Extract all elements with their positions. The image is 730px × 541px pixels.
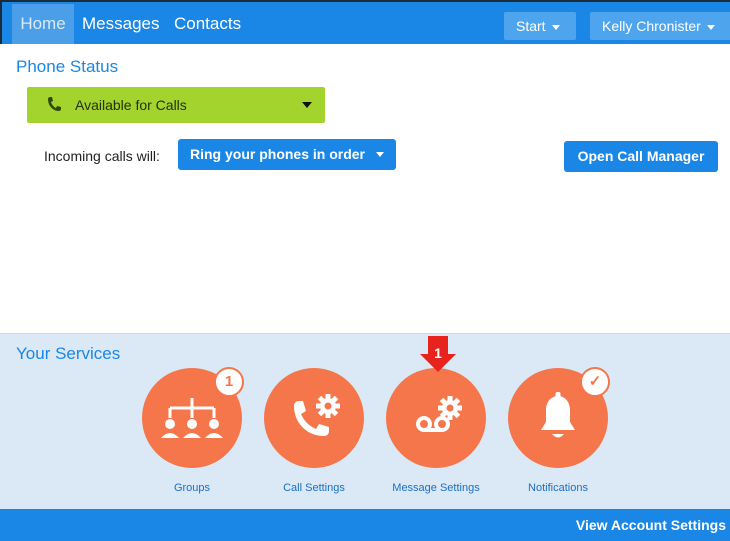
incoming-calls-dropdown[interactable]: Ring your phones in order bbox=[178, 139, 396, 170]
phone-icon bbox=[45, 87, 61, 137]
callout-number: 1 bbox=[434, 345, 442, 361]
service-label[interactable]: Groups bbox=[122, 482, 262, 494]
chevron-down-icon bbox=[376, 152, 384, 157]
chevron-down-icon bbox=[302, 102, 312, 108]
notification-badge: 1 bbox=[214, 367, 244, 397]
service-label[interactable]: Message Settings bbox=[366, 482, 506, 494]
service-label[interactable]: Call Settings bbox=[244, 482, 384, 494]
nav-messages[interactable]: Messages bbox=[82, 4, 159, 44]
availability-dropdown[interactable]: Available for Calls bbox=[27, 87, 325, 123]
service-label[interactable]: Notifications bbox=[488, 482, 628, 494]
user-menu-dropdown[interactable]: Kelly Chronister bbox=[590, 12, 730, 40]
call-settings-icon bbox=[294, 394, 340, 436]
callout-arrow-icon: 1 bbox=[420, 336, 456, 372]
availability-label: Available for Calls bbox=[75, 97, 187, 113]
chevron-down-icon bbox=[706, 24, 715, 30]
message-settings-icon bbox=[416, 396, 462, 432]
start-label: Start bbox=[516, 18, 546, 34]
incoming-calls-option: Ring your phones in order bbox=[190, 146, 366, 162]
user-name: Kelly Chronister bbox=[602, 18, 701, 34]
nav-contacts[interactable]: Contacts bbox=[174, 4, 241, 44]
notification-badge: ✓ bbox=[580, 367, 610, 397]
open-call-manager-button[interactable]: Open Call Manager bbox=[564, 141, 718, 172]
service-groups[interactable]: 1 Groups bbox=[142, 367, 244, 508]
start-dropdown[interactable]: Start bbox=[504, 12, 576, 40]
top-navigation-bar: Home Messages Contacts Start Kelly Chron… bbox=[0, 0, 730, 44]
phone-status-title: Phone Status bbox=[16, 57, 119, 76]
chevron-down-icon bbox=[551, 24, 560, 30]
footer-bar: View Account Settings bbox=[0, 509, 730, 541]
service-message-settings[interactable]: Message Settings bbox=[386, 368, 486, 508]
your-services-title: Your Services bbox=[16, 344, 121, 363]
view-account-settings-link[interactable]: View Account Settings bbox=[576, 517, 726, 533]
service-notifications[interactable]: ✓ Notifications bbox=[508, 367, 610, 508]
nav-home[interactable]: Home bbox=[12, 4, 74, 44]
service-call-settings[interactable]: Call Settings bbox=[264, 368, 364, 508]
incoming-calls-label: Incoming calls will: bbox=[44, 148, 160, 164]
your-services-panel: Your Services 1 Groups Call Settings Mes… bbox=[0, 333, 730, 509]
